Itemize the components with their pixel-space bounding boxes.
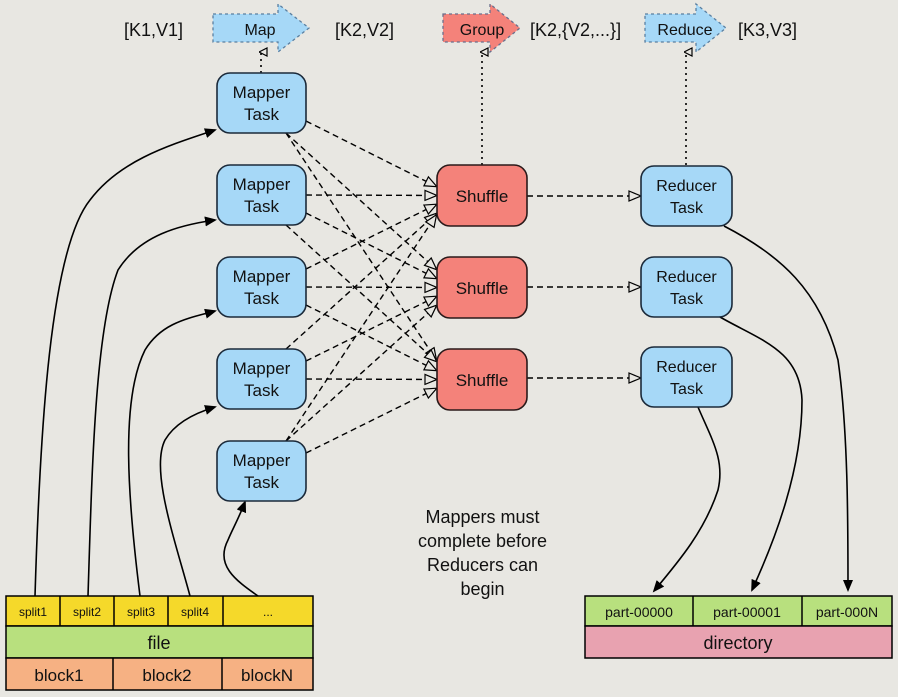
mapper-task-node: Mapper Task [216, 72, 307, 134]
shuffle-label: Shuffle [456, 187, 509, 206]
reducer1-to-part-edge [723, 225, 853, 592]
note-line: complete before [417, 531, 548, 551]
mapper-task-node: Mapper Task [216, 256, 307, 318]
stage-k3v3-label: [K3,V3] [738, 20, 797, 40]
part-cell: part-00000 [605, 604, 673, 620]
split-cell: split1 [19, 605, 47, 619]
mapper-task-node: Mapper Task [216, 348, 307, 410]
block-cell: block2 [142, 666, 191, 685]
directory-label: directory [703, 633, 772, 653]
shuffle-node: Shuffle [436, 164, 528, 227]
reducer-label: Reducer [656, 178, 717, 195]
mapper-label: Mapper [233, 83, 291, 102]
mapper-label: Mapper [233, 451, 291, 470]
mapper-to-shuffle-edge [285, 306, 436, 442]
mapper-to-shuffle-edge [305, 205, 436, 270]
split5-to-mapper5-edge [223, 500, 259, 597]
reducer-label: Reducer [656, 359, 717, 376]
reducer-task-node: Reducer Task [640, 256, 733, 318]
note-line: Mappers must [425, 507, 540, 527]
stage-k1v1-label: [K1,V1] [124, 20, 183, 40]
part-cell: part-000N [816, 604, 878, 620]
split-cell: ... [263, 605, 273, 619]
mapper-task-node: Mapper Task [216, 440, 307, 502]
stage-k2v2-label: [K2,V2] [335, 20, 394, 40]
group-stage-arrow: Group [442, 2, 522, 54]
block-cell: blockN [241, 666, 293, 685]
reducer-label: Reducer [656, 269, 717, 286]
stage-k2list-label: [K2,{V2,...}] [530, 20, 621, 40]
reducer-label: Task [670, 381, 704, 398]
mapper-label: Task [244, 381, 279, 400]
reducer-task-node: Reducer Task [640, 346, 733, 408]
shuffle-node: Shuffle [436, 256, 528, 319]
reducer-label: Task [670, 291, 704, 308]
mapper-label: Mapper [233, 359, 291, 378]
split-cell: split2 [73, 605, 101, 619]
shuffle-label: Shuffle [456, 371, 509, 390]
reducer3-to-part-edge [652, 406, 721, 593]
output-directory-table: part-00000 part-00001 part-000N director… [584, 595, 893, 659]
split4-to-mapper4-edge [159, 405, 217, 597]
map-stage-arrow: Map [212, 2, 311, 54]
mapper-label: Task [244, 105, 279, 124]
shuffle-node: Shuffle [436, 348, 528, 411]
note-line: begin [460, 579, 505, 599]
part-cell: part-00001 [713, 604, 781, 620]
split-cell: split4 [181, 605, 209, 619]
mapper-to-shuffle-edge [305, 389, 436, 454]
input-file-table: split1 split2 split3 split4 ... file blo… [5, 595, 314, 691]
mapper-reducer-note: Mappers must complete before Reducers ca… [400, 505, 565, 601]
map-stage-label: Map [244, 22, 275, 39]
mapper-to-shuffle-edge [305, 120, 436, 186]
file-label: file [147, 633, 170, 653]
group-stage-label: Group [460, 22, 505, 39]
mapper-task-node: Mapper Task [216, 164, 307, 226]
split3-to-mapper3-edge [127, 308, 217, 597]
note-line: Reducers can [426, 555, 539, 575]
reduce-stage-arrow: Reduce [644, 2, 728, 54]
mapper-label: Mapper [233, 175, 291, 194]
mapper-label: Task [244, 473, 279, 492]
split1-to-mapper1-edge [34, 128, 217, 597]
reduce-stage-label: Reduce [657, 22, 712, 39]
shuffle-label: Shuffle [456, 279, 509, 298]
split-cell: split3 [127, 605, 155, 619]
mapper-label: Mapper [233, 267, 291, 286]
split2-to-mapper2-edge [87, 216, 217, 597]
reducer-label: Task [670, 200, 704, 217]
block-cell: block1 [34, 666, 83, 685]
reducer-task-node: Reducer Task [640, 165, 733, 227]
mapper-label: Task [244, 197, 279, 216]
mapper-to-shuffle-edge [305, 304, 436, 370]
mapper-label: Task [244, 289, 279, 308]
